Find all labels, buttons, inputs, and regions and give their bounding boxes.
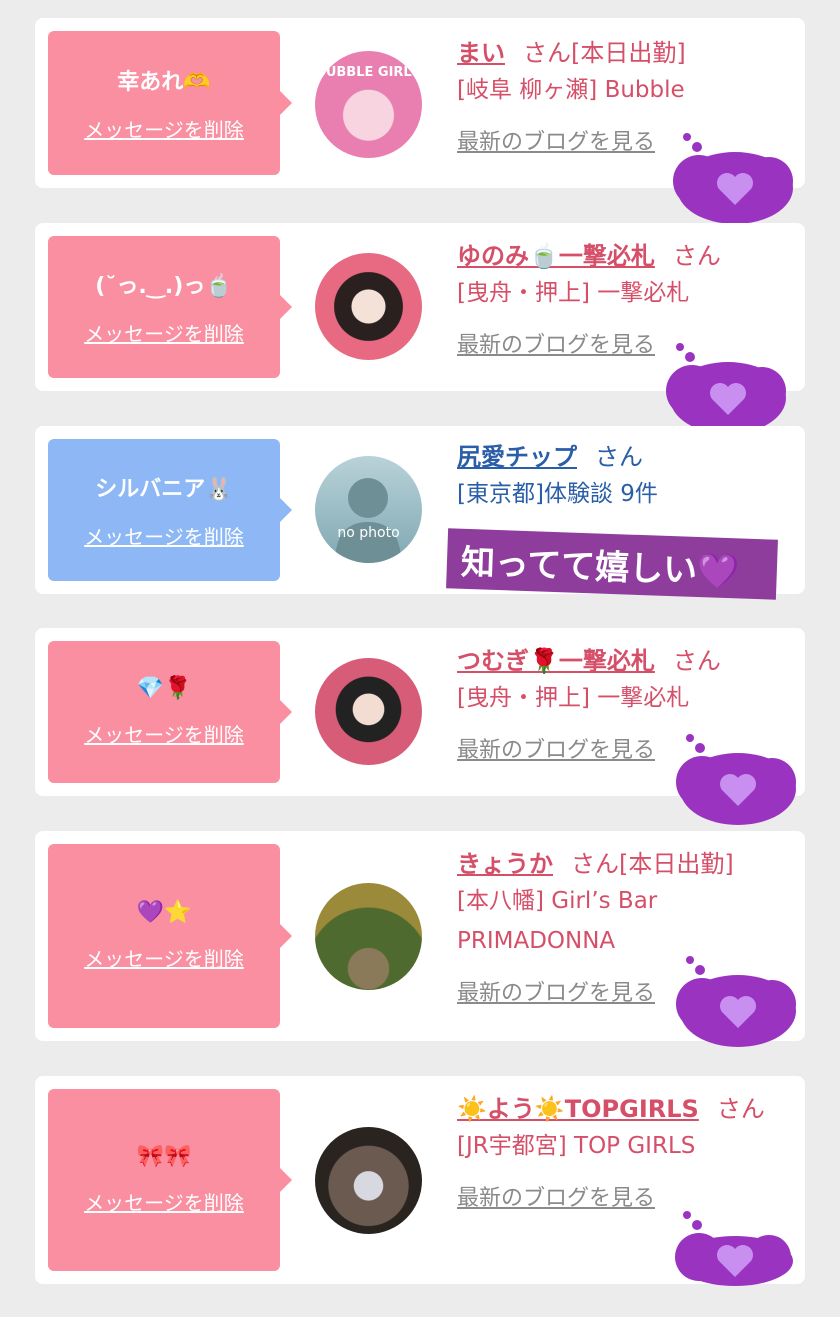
avatar[interactable]	[315, 1127, 422, 1234]
girl-name-link[interactable]: きょうか	[457, 850, 553, 878]
message-card: 💜⭐ メッセージを削除 きょうか さん[本日出勤] [本八幡] Girl’s Ba…	[35, 831, 805, 1047]
name-line: 尻愛チップ さん	[457, 440, 797, 474]
message-bubble: シルバニア🐰 メッセージを削除	[48, 439, 292, 581]
honorific: さん	[523, 39, 571, 67]
message-text: (˘っ.‿.)っ🍵	[95, 273, 233, 299]
honorific: さん	[716, 1095, 765, 1123]
message-card: 幸あれ🫶 メッセージを削除 BUBBLE GIRLS まい さん[本日出勤] [岐…	[35, 18, 805, 224]
message-bubble: 💜⭐ メッセージを削除	[48, 844, 292, 1028]
girl-name-link[interactable]: まい	[457, 39, 505, 67]
delete-message-link[interactable]: メッセージを削除	[84, 943, 244, 972]
honorific: さん	[571, 850, 619, 878]
name-line: ☀️よう☀️TOPGIRLS さん	[457, 1092, 797, 1126]
avatar-label: BUBBLE GIRLS	[315, 65, 422, 80]
shop-info: [東京都]体験談 9件	[457, 481, 658, 507]
person-silhouette-icon	[335, 478, 401, 563]
name-line: つむぎ🌹一撃必札 さん	[457, 644, 797, 678]
girl-name-link[interactable]: つむぎ🌹一撃必札	[457, 647, 655, 675]
status-badge: [本日出勤]	[619, 850, 734, 878]
girl-name-link[interactable]: 尻愛チップ	[457, 443, 577, 471]
name-line: まい さん[本日出勤]	[457, 36, 797, 70]
message-card: 🎀🎀 メッセージを削除 ☀️よう☀️TOPGIRLS さん [JR宇都宮] TOP…	[35, 1076, 805, 1286]
message-text: 💜⭐	[136, 900, 192, 925]
heart-cloud-icon	[676, 734, 796, 825]
girl-info: ☀️よう☀️TOPGIRLS さん [JR宇都宮] TOP GIRLS 最新のブロ…	[457, 1092, 797, 1212]
girl-name-link[interactable]: ☀️よう☀️TOPGIRLS	[457, 1095, 699, 1123]
heart-cloud-sticker	[672, 734, 797, 833]
girl-name-link[interactable]: ゆのみ🍵一撃必札	[457, 242, 655, 270]
shop-info: [岐阜 柳ヶ瀬] Bubble	[457, 77, 685, 103]
delete-message-link[interactable]: メッセージを削除	[84, 521, 244, 550]
message-bubble: 🎀🎀 メッセージを削除	[48, 1089, 292, 1271]
avatar[interactable]: BUBBLE GIRLS	[315, 51, 422, 158]
message-text: シルバニア🐰	[95, 476, 233, 502]
reaction-sticker: 知ってて嬉しい💜	[446, 528, 778, 600]
honorific: さん	[595, 443, 643, 471]
message-text: 🎀🎀	[136, 1144, 192, 1169]
status-badge: [本日出勤]	[571, 39, 686, 67]
avatar[interactable]: no photo	[315, 456, 422, 563]
shop-info: [曳舟・押上] 一撃必札	[457, 280, 690, 306]
delete-message-link[interactable]: メッセージを削除	[84, 1187, 244, 1216]
delete-message-link[interactable]: メッセージを削除	[84, 318, 244, 347]
message-card: (˘っ.‿.)っ🍵 メッセージを削除 ゆのみ🍵一撃必札 さん [曳舟・押上] 一撃…	[35, 223, 805, 434]
message-bubble: 幸あれ🫶 メッセージを削除	[48, 31, 292, 175]
heart-cloud-icon	[666, 343, 786, 434]
latest-blog-link[interactable]: 最新のブログを見る	[457, 1180, 797, 1212]
heart-cloud-sticker	[672, 956, 797, 1055]
avatar[interactable]	[315, 253, 422, 360]
name-line: ゆのみ🍵一撃必札 さん	[457, 239, 797, 273]
shop-info: [曳舟・押上] 一撃必札	[457, 685, 690, 711]
message-text: 幸あれ🫶	[117, 69, 211, 95]
honorific: さん	[672, 647, 721, 675]
heart-cloud-icon	[675, 1211, 793, 1286]
message-text: 💎🌹	[136, 676, 192, 701]
heart-cloud-icon	[676, 956, 796, 1047]
message-bubble: 💎🌹 メッセージを削除	[48, 641, 292, 783]
delete-message-link[interactable]: メッセージを削除	[84, 114, 244, 143]
name-line: きょうか さん[本日出勤]	[457, 847, 797, 881]
heart-cloud-icon	[673, 133, 793, 224]
girl-info: 尻愛チップ さん [東京都]体験談 9件	[457, 440, 797, 514]
message-card: 💎🌹 メッセージを削除 つむぎ🌹一撃必札 さん [曳舟・押上] 一撃必札 最新のブ…	[35, 628, 805, 825]
girl-info: ゆのみ🍵一撃必札 さん [曳舟・押上] 一撃必札 最新のブログを見る	[457, 239, 797, 359]
shop-info: [本八幡] Girl’s Bar PRIMADONNA	[457, 888, 658, 954]
message-bubble: (˘っ.‿.)っ🍵 メッセージを削除	[48, 236, 292, 378]
avatar[interactable]	[315, 658, 422, 765]
avatar[interactable]	[315, 883, 422, 990]
delete-message-link[interactable]: メッセージを削除	[84, 719, 244, 748]
honorific: さん	[672, 242, 721, 270]
shop-info: [JR宇都宮] TOP GIRLS	[457, 1133, 696, 1159]
no-photo-label: no photo	[337, 525, 400, 541]
heart-cloud-sticker	[669, 1211, 794, 1290]
heart-cloud-sticker	[669, 133, 794, 232]
